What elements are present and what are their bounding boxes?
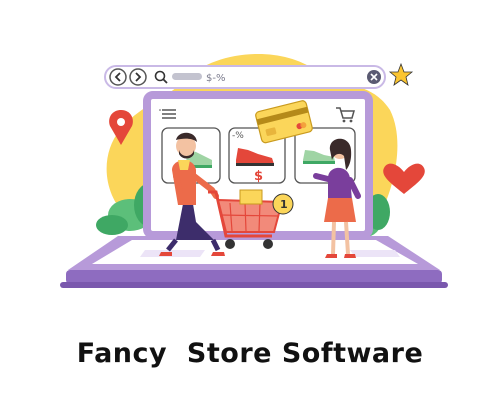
page-title: Fancy Store Software (76, 338, 424, 369)
price-label: $ (254, 169, 263, 184)
discount-label: -% (232, 131, 244, 141)
address-text: $-% (206, 73, 225, 84)
laptop-base (60, 236, 448, 288)
chevron-left-icon[interactable] (109, 68, 127, 86)
cart-count-badge: 1 (272, 193, 294, 215)
store-illustration: $-% -% $ 1 (60, 53, 448, 288)
cart-badge-text: 1 (280, 198, 288, 211)
browser-bar: $-% (104, 65, 386, 89)
star-icon[interactable] (388, 62, 414, 86)
search-text-placeholder (172, 73, 202, 80)
close-icon[interactable] (367, 70, 381, 84)
chevron-right-icon[interactable] (129, 68, 147, 86)
address-bar[interactable] (104, 65, 386, 89)
